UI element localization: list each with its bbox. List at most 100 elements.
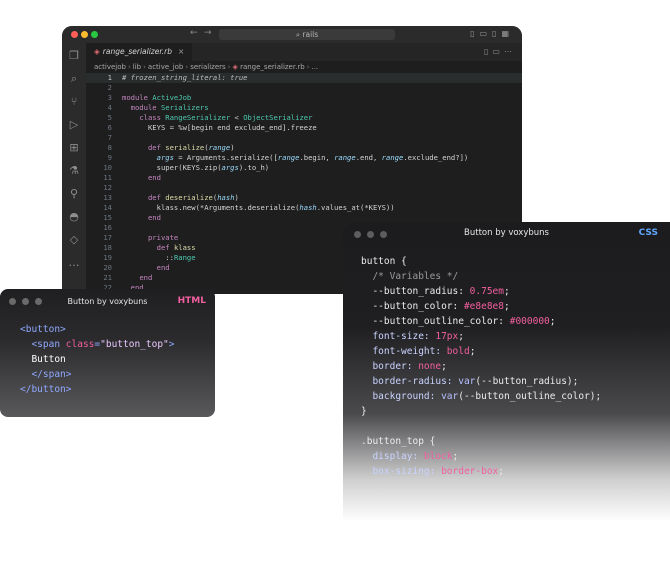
code-line[interactable]: 10 super(KEYS.zip(args).to_h) xyxy=(86,163,522,173)
css-line: font-size: 17px; xyxy=(361,331,464,342)
code-line[interactable]: 14 klass.new(*Arguments.deserialize(hash… xyxy=(86,203,522,213)
html-snippet-window: Button by voxybuns HTML <button> <span c… xyxy=(0,289,215,417)
line-number: 11 xyxy=(103,173,112,182)
css-line: /* Variables */ xyxy=(361,271,459,282)
breadcrumb-item[interactable]: serializers xyxy=(190,63,225,71)
tab-filename: range_serializer.rb xyxy=(102,47,172,56)
css-line: --button_outline_color: #000000; xyxy=(361,316,556,327)
css-line: .button_top { xyxy=(361,436,436,447)
css-line: background: var(--button_outline_color); xyxy=(361,391,602,402)
line-number: 12 xyxy=(103,183,112,192)
explorer-icon[interactable]: ❐ xyxy=(68,50,80,62)
line-number: 15 xyxy=(103,213,112,222)
css-snippet-window: Button by voxybuns CSS button { /* Varia… xyxy=(343,222,670,570)
code-line[interactable]: 6 KEYS = %w[begin end exclude_end].freez… xyxy=(86,123,522,133)
line-number: 4 xyxy=(107,103,112,112)
line-text: end xyxy=(156,263,170,272)
line-number: 2 xyxy=(107,83,112,92)
forward-arrow-icon[interactable]: → xyxy=(204,28,212,38)
breadcrumb-item[interactable]: ... xyxy=(311,63,318,71)
source-control-icon[interactable]: ⑂ xyxy=(68,96,80,108)
css-line: --button_radius: 0.75em; xyxy=(361,286,510,297)
css-line: } xyxy=(361,406,367,417)
breadcrumb: activejob › lib › active_job › serializers › ◈ r… xyxy=(86,61,522,73)
ruby-file-icon: ◈ xyxy=(232,63,241,71)
code-line[interactable]: 4 module Serializers xyxy=(86,103,522,113)
line-number: 5 xyxy=(107,113,112,122)
breadcrumb-item[interactable]: active_job xyxy=(148,63,183,71)
line-number: 6 xyxy=(107,123,112,132)
line-number: 18 xyxy=(103,243,112,252)
code-line[interactable]: 2 xyxy=(86,83,522,93)
maximize-window-button[interactable] xyxy=(91,31,98,38)
line-number: 17 xyxy=(103,233,112,242)
line-text: module ActiveJob xyxy=(122,93,192,102)
line-text: end xyxy=(139,273,153,282)
line-text: # frozen_string_literal: true xyxy=(122,73,248,82)
line-text: klass.new(*Arguments.deserialize(hash.va… xyxy=(122,203,395,212)
code-line[interactable]: 9 args = Arguments.serialize([range.begi… xyxy=(86,153,522,163)
minimize-window-button[interactable] xyxy=(81,31,88,38)
tree-icon[interactable]: ⚲ xyxy=(68,188,80,200)
extensions-icon[interactable]: ⊞ xyxy=(68,142,80,154)
docker-icon[interactable]: ◓ xyxy=(68,211,80,223)
css-line: font-weight: bold; xyxy=(361,346,476,357)
run-debug-icon[interactable]: ▷ xyxy=(68,119,80,131)
line-number: 3 xyxy=(107,93,112,102)
line-text: class RangeSerializer < ObjectSerializer xyxy=(139,113,313,122)
search-text: rails xyxy=(302,30,319,39)
line-number: 8 xyxy=(107,143,112,152)
css-line: button { xyxy=(361,256,407,267)
breadcrumb-item[interactable]: range_serializer.rb xyxy=(240,63,305,71)
search-icon[interactable]: ⌕ xyxy=(68,73,80,85)
tab-bar: ◈ range_serializer.rb × ▯▭⋯ xyxy=(86,43,522,61)
title-bar: ← → ⌕ rails ▯▭▯▦ xyxy=(62,26,522,43)
css-line: box-sizing: border-box; xyxy=(361,466,505,477)
line-number: 1 xyxy=(107,73,112,82)
line-text: ::Range xyxy=(122,253,196,262)
css-line: display: block; xyxy=(361,451,459,462)
html-line: <button> xyxy=(20,324,66,335)
tab-range-serializer[interactable]: ◈ range_serializer.rb × xyxy=(86,43,193,61)
code-line[interactable]: 11 end xyxy=(86,173,522,183)
close-window-button[interactable] xyxy=(71,31,78,38)
breadcrumb-item[interactable]: lib xyxy=(133,63,141,71)
line-text: private xyxy=(147,233,179,242)
testing-icon[interactable]: ⚗ xyxy=(68,165,80,177)
html-line: </span> xyxy=(31,369,72,380)
line-text: module Serializers xyxy=(130,103,209,112)
back-arrow-icon[interactable]: ← xyxy=(190,28,198,38)
language-badge: CSS xyxy=(638,228,658,238)
line-number: 7 xyxy=(107,133,112,142)
breadcrumb-item[interactable]: activejob xyxy=(94,63,126,71)
activity-bar: ❐ ⌕ ⑂ ▷ ⊞ ⚗ ⚲ ◓ ◇ … xyxy=(62,43,86,294)
editor-actions-icons[interactable]: ▯▭⋯ xyxy=(484,47,516,56)
code-line[interactable]: 13 def deserialize(hash) xyxy=(86,193,522,203)
line-number: 10 xyxy=(103,163,112,172)
line-number: 9 xyxy=(107,153,112,162)
css-line: border-radius: var(--button_radius); xyxy=(361,376,579,387)
code-line[interactable]: 1 # frozen_string_literal: true xyxy=(86,73,522,83)
line-number: 20 xyxy=(103,263,112,272)
code-line[interactable]: 7 xyxy=(86,133,522,143)
layout-icons[interactable]: ▯▭▯▦ xyxy=(470,29,514,38)
code-line[interactable]: 12 xyxy=(86,183,522,193)
line-text: end xyxy=(147,173,161,182)
tab-close-icon[interactable]: × xyxy=(178,47,184,56)
line-number: 21 xyxy=(103,273,112,282)
language-badge: HTML xyxy=(177,296,206,306)
css-line: border: none; xyxy=(361,361,447,372)
code-line[interactable]: 3 module ActiveJob xyxy=(86,93,522,103)
line-number: 16 xyxy=(103,223,112,232)
html-line: Button xyxy=(20,354,66,365)
html-line: <span class="button_top"> xyxy=(31,339,175,350)
line-text: args = Arguments.serialize([range.begin,… xyxy=(156,153,469,162)
code-line[interactable]: 8 def serialize(range) xyxy=(86,143,522,153)
code-line[interactable]: 5 class RangeSerializer < ObjectSerializ… xyxy=(86,113,522,123)
more-icon[interactable]: … xyxy=(68,257,80,269)
window-title: Button by voxybuns xyxy=(464,228,549,238)
gitlab-icon[interactable]: ◇ xyxy=(68,234,80,246)
line-text: super(KEYS.zip(args).to_h) xyxy=(122,163,270,172)
html-line: </button> xyxy=(20,384,72,395)
command-search-input[interactable]: ⌕ rails xyxy=(219,29,395,40)
